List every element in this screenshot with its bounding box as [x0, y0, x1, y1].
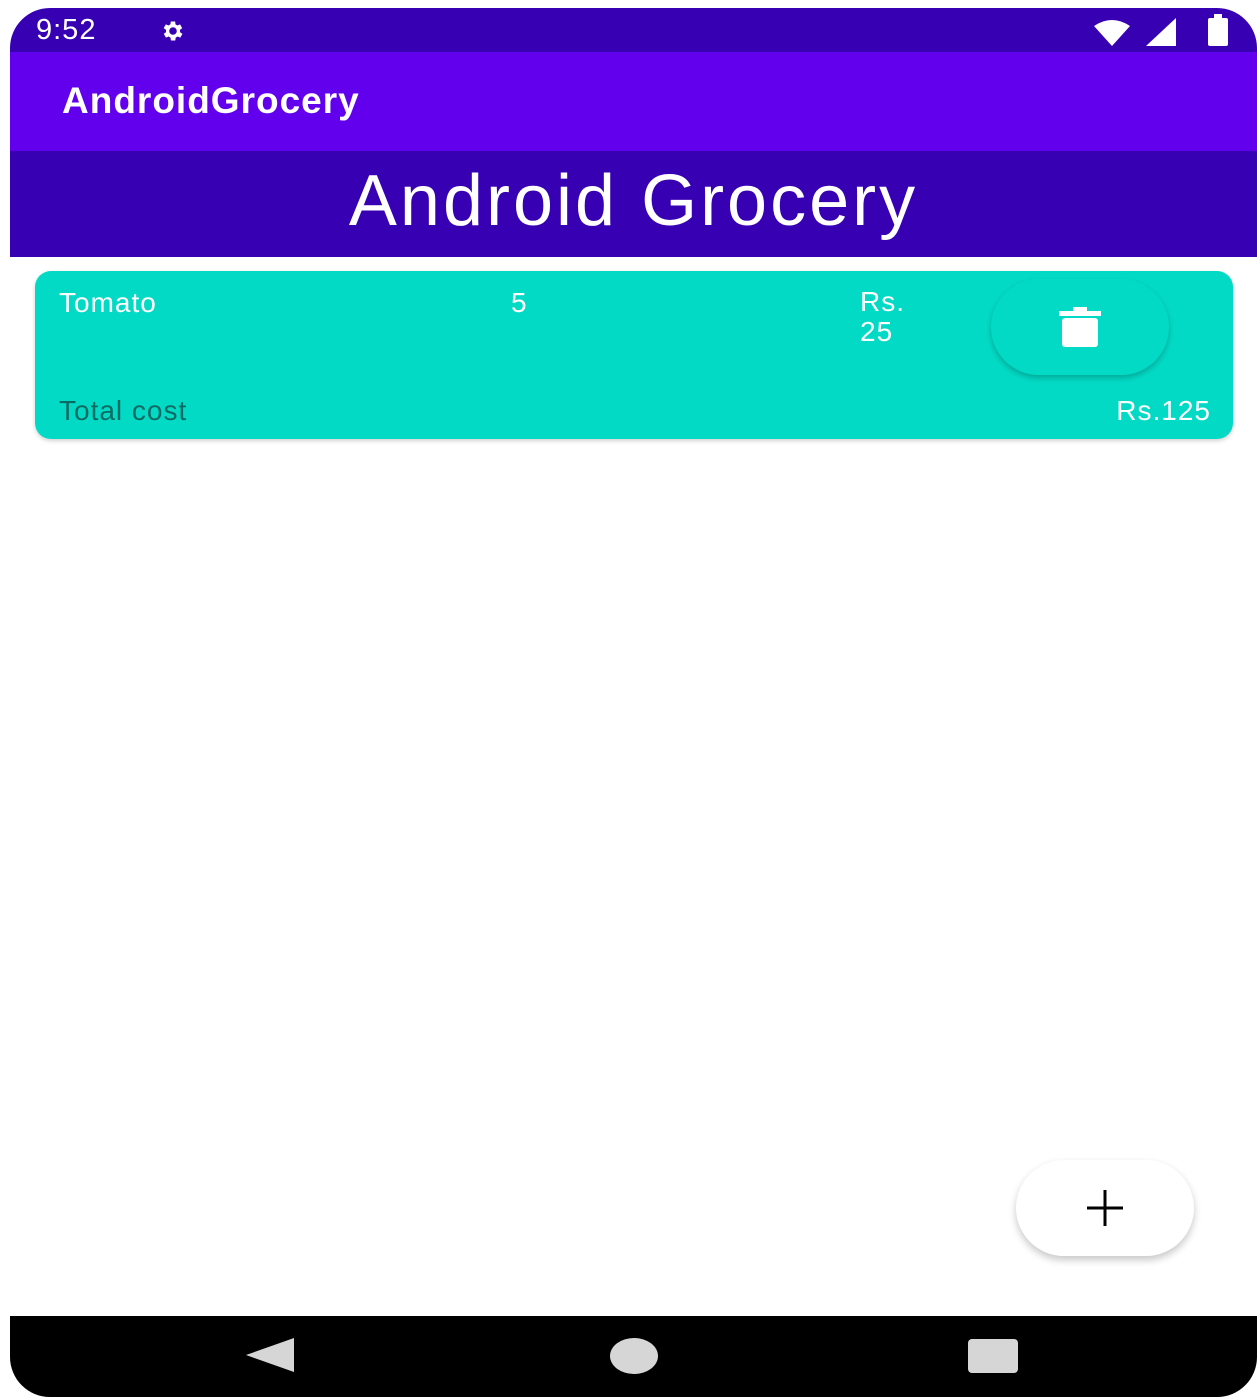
item-price: Rs. 25	[860, 286, 905, 347]
signal-icon	[1146, 18, 1176, 46]
status-time: 9:52	[36, 14, 97, 46]
delete-item-button[interactable]	[991, 279, 1169, 375]
total-cost-label: Total cost	[59, 395, 188, 426]
home-icon[interactable]	[610, 1334, 658, 1378]
status-bar: 9:52	[10, 8, 1257, 52]
trash-icon	[1059, 307, 1101, 347]
add-item-button[interactable]	[1016, 1160, 1194, 1256]
phone-screen: 9:52 AndroidGrocery Android Grocery Toma…	[10, 8, 1257, 1397]
app-bar: AndroidGrocery	[10, 52, 1257, 151]
item-name: Tomato	[59, 287, 157, 318]
navigation-bar	[10, 1316, 1257, 1397]
gear-icon	[163, 21, 183, 41]
total-cost-value: Rs.125	[1116, 395, 1211, 426]
plus-icon	[1087, 1190, 1123, 1226]
banner-title: Android Grocery	[348, 161, 919, 241]
wifi-icon	[1094, 20, 1130, 46]
item-quantity: 5	[511, 287, 527, 318]
header-banner: Android Grocery	[10, 151, 1257, 257]
back-icon[interactable]	[246, 1338, 294, 1372]
recents-icon[interactable]	[968, 1335, 1018, 1377]
app-title: AndroidGrocery	[62, 80, 360, 121]
grocery-item-card: Tomato 5 Rs. 25 Total cost Rs.125	[35, 271, 1233, 439]
battery-icon	[1208, 14, 1228, 46]
